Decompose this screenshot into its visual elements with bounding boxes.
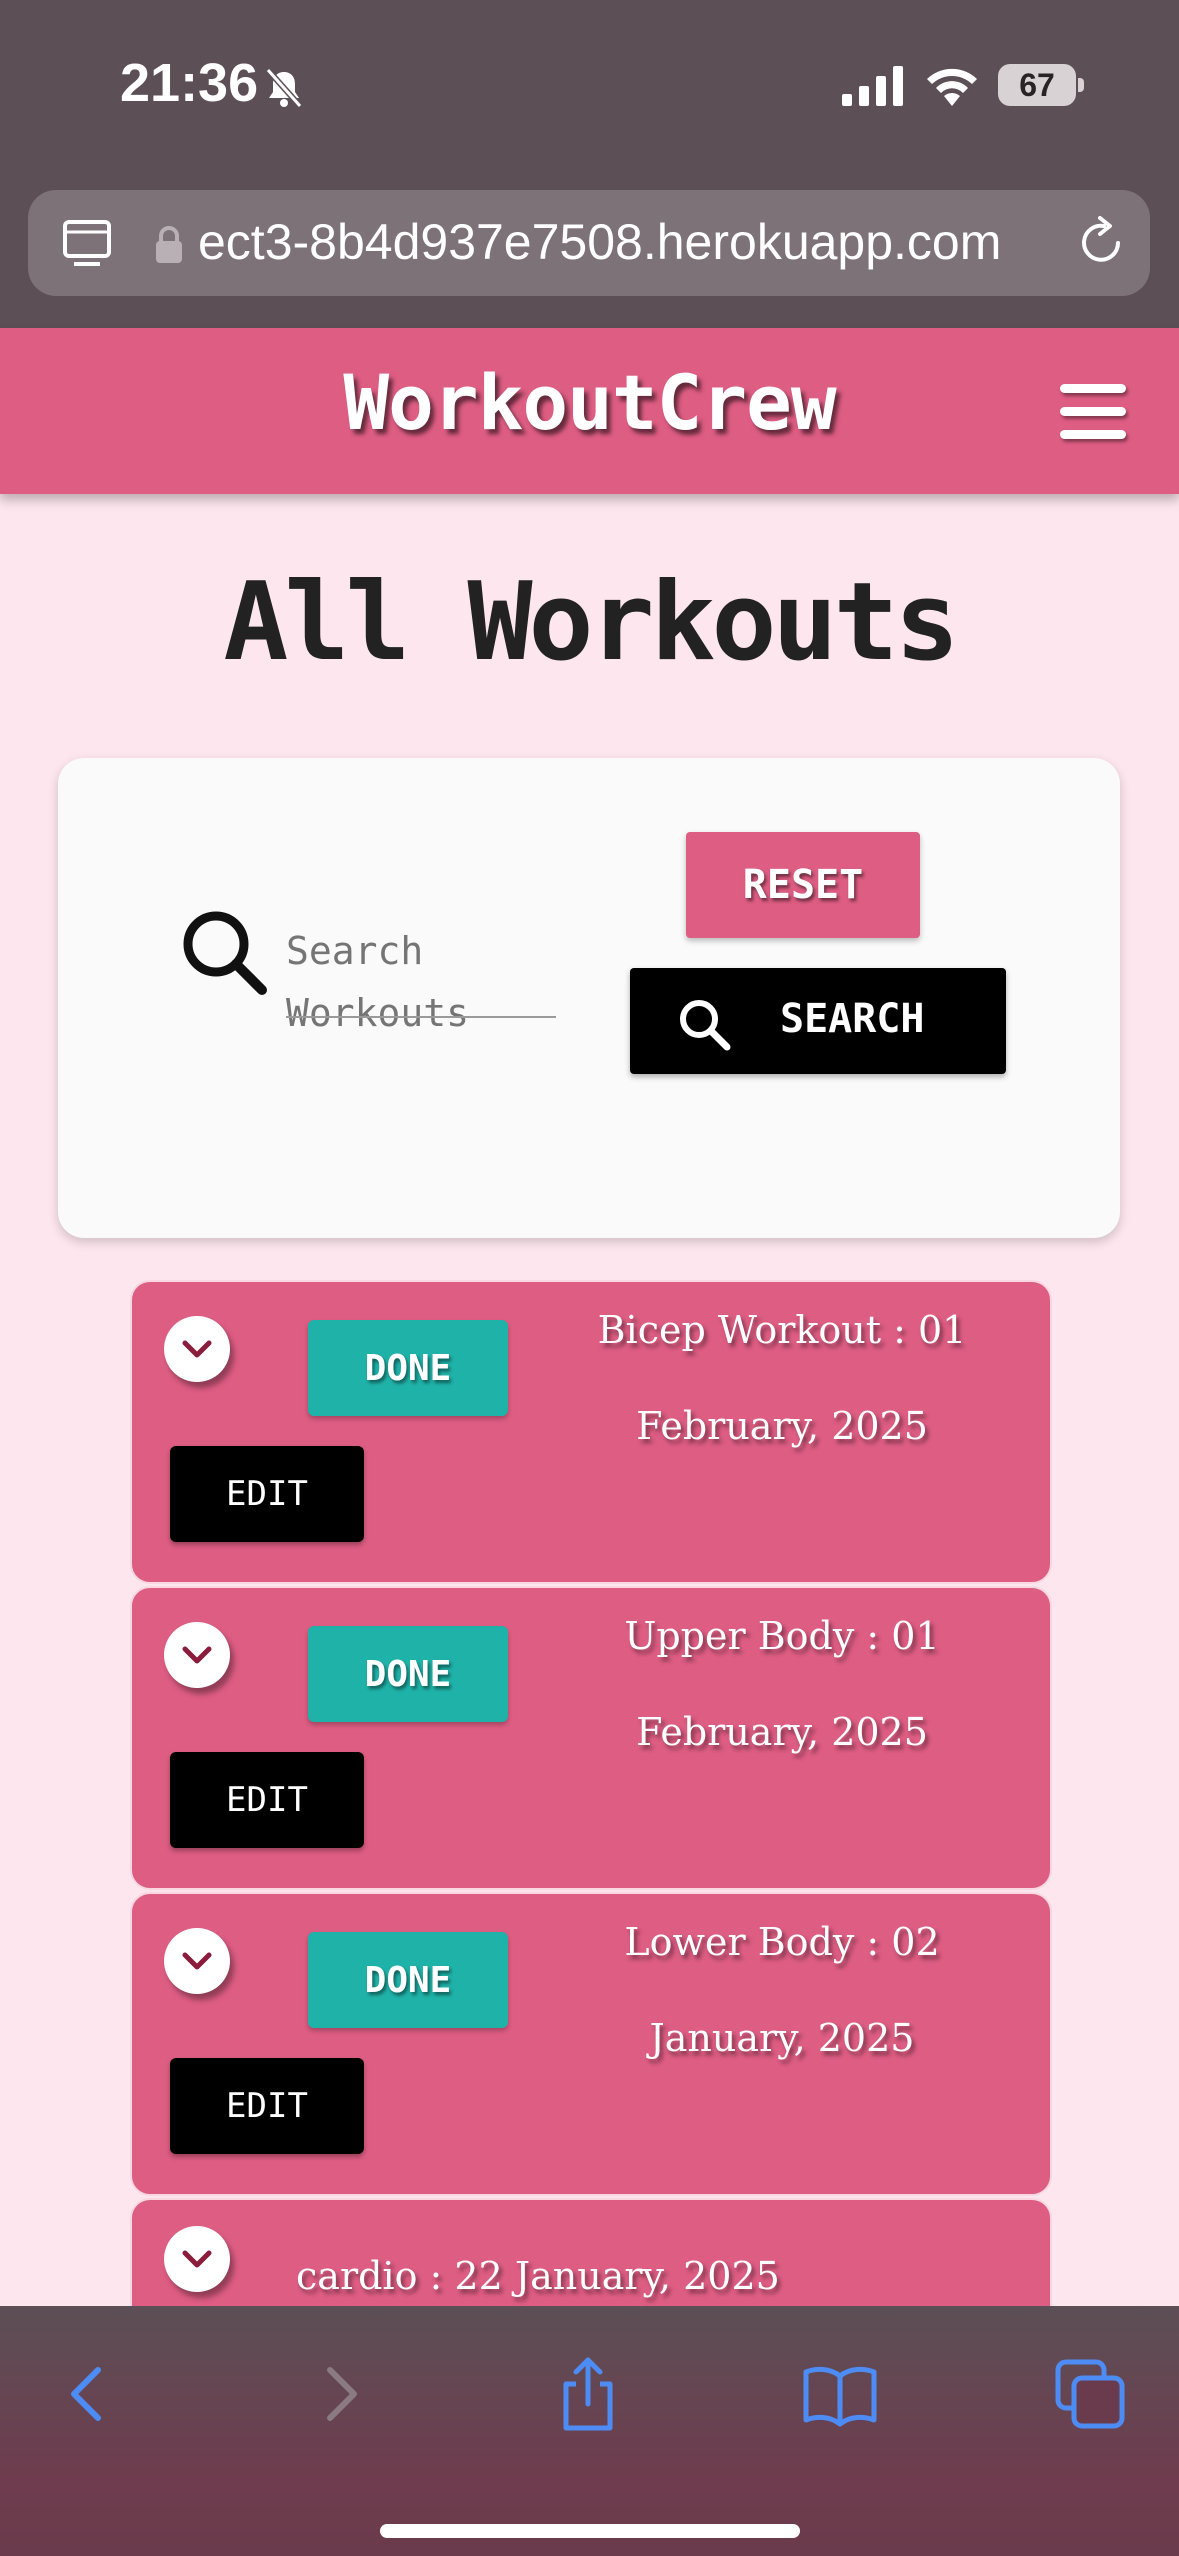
reload-icon[interactable] [1074,216,1128,270]
workout-date-line: February, 2025 [636,1404,928,1448]
bell-slash-icon [265,68,303,108]
lock-icon [156,226,182,263]
search-input[interactable] [286,920,566,1040]
battery-cap [1078,78,1084,92]
chevron-down-icon[interactable] [164,1316,230,1382]
workout-card: DONE EDIT Bicep Workout : 01 February, 2… [130,1280,1052,1584]
workout-date-line: January, 2025 [649,2016,915,2060]
workout-title: cardio : 22 January, 2025 [296,2254,780,2298]
chevron-down-icon[interactable] [164,1622,230,1688]
tabs-icon[interactable] [62,218,112,268]
workout-title-line: Lower Body : 02 [624,1920,940,1964]
signal-icon [842,66,903,106]
bookmarks-icon[interactable] [800,2354,880,2434]
search-button[interactable]: SEARCH [630,968,1006,1074]
workout-title: Lower Body : 02 January, 2025 [532,1894,1032,2086]
workout-card: DONE EDIT Upper Body : 01 February, 2025 [130,1586,1052,1890]
share-icon[interactable] [548,2354,628,2434]
hamburger-line [1060,430,1126,439]
tabs-overview-icon[interactable] [1050,2354,1130,2434]
reset-button[interactable]: RESET [686,832,920,938]
browser-toolbar [0,2306,1179,2556]
url-text[interactable]: ect3-8b4d937e7508.herokuapp.com [198,212,1078,272]
page-title: All Workouts [223,560,959,685]
address-bar[interactable]: ect3-8b4d937e7508.herokuapp.com [28,190,1150,296]
chevron-down-icon[interactable] [164,1928,230,1994]
workout-title-line: Bicep Workout : 01 [597,1308,967,1352]
done-button[interactable]: DONE [308,1626,508,1722]
forward-icon[interactable] [300,2354,380,2434]
done-button[interactable]: DONE [308,1932,508,2028]
workout-title: Bicep Workout : 01 February, 2025 [532,1282,1032,1474]
edit-button[interactable]: EDIT [170,2058,364,2154]
workout-title: Upper Body : 01 February, 2025 [532,1588,1032,1780]
search-button-label: SEARCH [780,996,925,1042]
back-icon[interactable] [48,2354,128,2434]
search-icon [183,911,267,995]
done-button[interactable]: DONE [308,1320,508,1416]
chevron-down-icon[interactable] [164,2226,230,2292]
brand-logo[interactable]: WorkoutCrew [0,358,1179,447]
hamburger-icon[interactable] [1060,384,1126,442]
site-header: WorkoutCrew [0,328,1179,494]
wifi-icon [927,68,977,106]
workout-title-line: Upper Body : 01 [624,1614,940,1658]
home-indicator [380,2524,800,2538]
browser-top-bar: 21:36 67 ect3-8b4d937e7508.herokuapp.com [0,0,1179,328]
hamburger-line [1060,407,1126,416]
workout-card: DONE EDIT Lower Body : 02 January, 2025 [130,1892,1052,2196]
battery-icon: 67 [998,64,1076,106]
search-card: RESET SEARCH [58,758,1120,1238]
search-icon [680,1000,731,1051]
hamburger-line [1060,384,1126,393]
edit-button[interactable]: EDIT [170,1752,364,1848]
search-input-underline [286,1016,556,1018]
edit-button[interactable]: EDIT [170,1446,364,1542]
workout-date-line: February, 2025 [636,1710,928,1754]
status-time: 21:36 [120,53,259,113]
